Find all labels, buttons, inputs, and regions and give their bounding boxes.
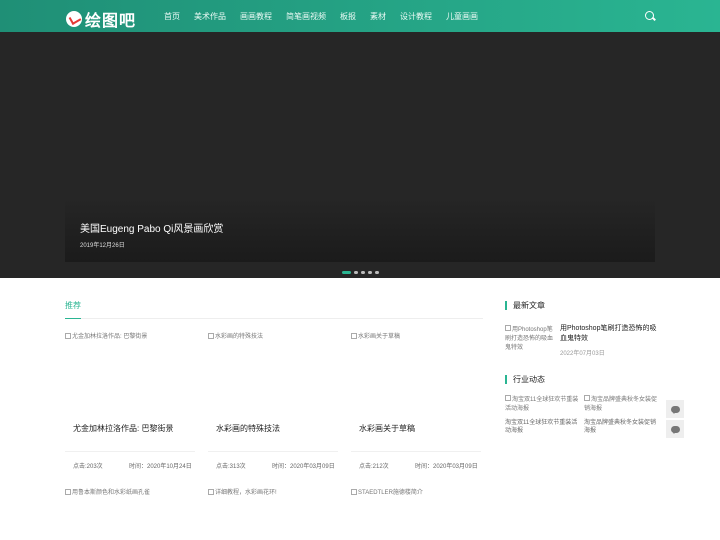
article-card[interactable]: 水彩画的特殊技法 水彩画的特殊技法 点击:313次 时间：2020年03月09日 bbox=[208, 331, 338, 470]
main-nav: 首页 美术作品 画画教程 简笔画视频 板报 素材 设计教程 儿童画画 bbox=[164, 0, 492, 32]
site-logo[interactable]: 绘图吧 bbox=[66, 7, 136, 31]
banner-title[interactable]: 美国Eugeng Pabo Qi风景画欣赏 bbox=[80, 220, 223, 235]
article-card[interactable]: 尤金加林拉洛作品: 巴黎街景 尤金加林拉洛作品: 巴黎街景 点击:203次 时间：… bbox=[65, 331, 195, 470]
latest-article-image[interactable]: 用Photoshop笔刷打造恐怖的吸血鬼特效 bbox=[505, 325, 557, 353]
wechat-icon bbox=[670, 425, 680, 434]
broken-image-icon bbox=[505, 395, 511, 401]
card-image[interactable]: 详细教程，水彩画花环! bbox=[208, 487, 338, 496]
logo-brush-icon bbox=[66, 11, 82, 27]
latest-articles-heading: 最新文章 bbox=[505, 301, 545, 310]
nav-drawing-tutorials[interactable]: 画画教程 bbox=[240, 11, 272, 22]
banner-dot-4[interactable] bbox=[368, 271, 372, 274]
card-views: 点击:203次 bbox=[73, 464, 103, 470]
card-divider bbox=[208, 451, 338, 452]
card-time: 时间：2020年03月09日 bbox=[272, 464, 335, 470]
nav-kids-drawing[interactable]: 儿童画画 bbox=[446, 11, 478, 22]
card-meta: 点击:203次 时间：2020年10月24日 bbox=[73, 461, 195, 470]
banner-dot-3[interactable] bbox=[361, 271, 365, 274]
card-image[interactable]: 水彩画的特殊技法 bbox=[208, 331, 338, 340]
broken-image-icon bbox=[351, 332, 357, 339]
section-divider bbox=[65, 318, 483, 319]
article-card[interactable]: 详细教程，水彩画花环! bbox=[208, 487, 338, 496]
broken-image-icon bbox=[65, 488, 71, 495]
industry-news-heading: 行业动态 bbox=[505, 375, 545, 384]
comment-button[interactable] bbox=[666, 400, 684, 418]
card-divider bbox=[65, 451, 195, 452]
article-card[interactable]: STAEDTLER施德楼简介 bbox=[351, 487, 481, 496]
industry-caption[interactable]: 淘宝双11全球狂欢节重装活动海报 bbox=[505, 419, 579, 435]
latest-article-title[interactable]: 用Photoshop笔刷打造恐怖的吸血鬼特效 bbox=[560, 324, 658, 344]
card-views: 点击:313次 bbox=[216, 464, 246, 470]
card-meta: 点击:212次 时间：2020年03月09日 bbox=[359, 461, 481, 470]
nav-blackboard[interactable]: 板报 bbox=[340, 11, 356, 22]
nav-design-tutorials[interactable]: 设计教程 bbox=[400, 11, 432, 22]
card-meta: 点击:313次 时间：2020年03月09日 bbox=[216, 461, 338, 470]
card-title[interactable]: 水彩画的特殊技法 bbox=[216, 423, 280, 434]
recommend-title: 推荐 bbox=[65, 301, 81, 310]
wechat-button[interactable] bbox=[666, 420, 684, 438]
broken-image-icon bbox=[505, 325, 511, 331]
card-title[interactable]: 尤金加林拉洛作品: 巴黎街景 bbox=[73, 423, 173, 434]
comment-icon bbox=[670, 405, 680, 414]
industry-caption[interactable]: 淘宝品牌盛典秋冬女装促销海报 bbox=[584, 419, 658, 435]
card-image[interactable]: 尤金加林拉洛作品: 巴黎街景 bbox=[65, 331, 195, 340]
industry-image[interactable]: 淘宝双11全球狂欢节重装活动海报 bbox=[505, 395, 579, 414]
broken-image-icon bbox=[65, 332, 71, 339]
banner-pagination bbox=[342, 271, 382, 274]
card-image[interactable]: 水彩画关于草稿 bbox=[351, 331, 481, 340]
nav-materials[interactable]: 素材 bbox=[370, 11, 386, 22]
broken-image-icon bbox=[208, 488, 214, 495]
banner-dot-1[interactable] bbox=[342, 271, 351, 274]
search-icon[interactable] bbox=[645, 11, 654, 20]
card-views: 点击:212次 bbox=[359, 464, 389, 470]
broken-image-icon bbox=[208, 332, 214, 339]
card-image[interactable]: 用鲁本斯颜色和水彩纸画孔雀 bbox=[65, 487, 195, 496]
card-time: 时间：2020年10月24日 bbox=[129, 464, 192, 470]
card-title[interactable]: 水彩画关于草稿 bbox=[359, 423, 415, 434]
banner-dot-2[interactable] bbox=[354, 271, 358, 274]
article-card[interactable]: 用鲁本斯颜色和水彩纸画孔雀 bbox=[65, 487, 195, 496]
industry-image[interactable]: 淘宝品牌盛典秋冬女装促销海报 bbox=[584, 395, 658, 414]
banner-date: 2019年12月26日 bbox=[80, 243, 125, 249]
article-card[interactable]: 水彩画关于草稿 水彩画关于草稿 点击:212次 时间：2020年03月09日 bbox=[351, 331, 481, 470]
broken-image-icon bbox=[584, 395, 590, 401]
nav-artworks[interactable]: 美术作品 bbox=[194, 11, 226, 22]
card-divider bbox=[351, 451, 481, 452]
nav-sketch-videos[interactable]: 简笔画视频 bbox=[286, 11, 326, 22]
latest-article-date: 2022年07月03日 bbox=[560, 351, 605, 357]
logo-text: 绘图吧 bbox=[85, 13, 137, 30]
nav-home[interactable]: 首页 bbox=[164, 11, 180, 22]
broken-image-icon bbox=[351, 488, 357, 495]
banner-dot-5[interactable] bbox=[375, 271, 379, 274]
card-time: 时间：2020年03月09日 bbox=[415, 464, 478, 470]
card-image[interactable]: STAEDTLER施德楼简介 bbox=[351, 487, 481, 496]
top-header: 绘图吧 首页 美术作品 画画教程 简笔画视频 板报 素材 设计教程 儿童画画 bbox=[0, 0, 720, 32]
